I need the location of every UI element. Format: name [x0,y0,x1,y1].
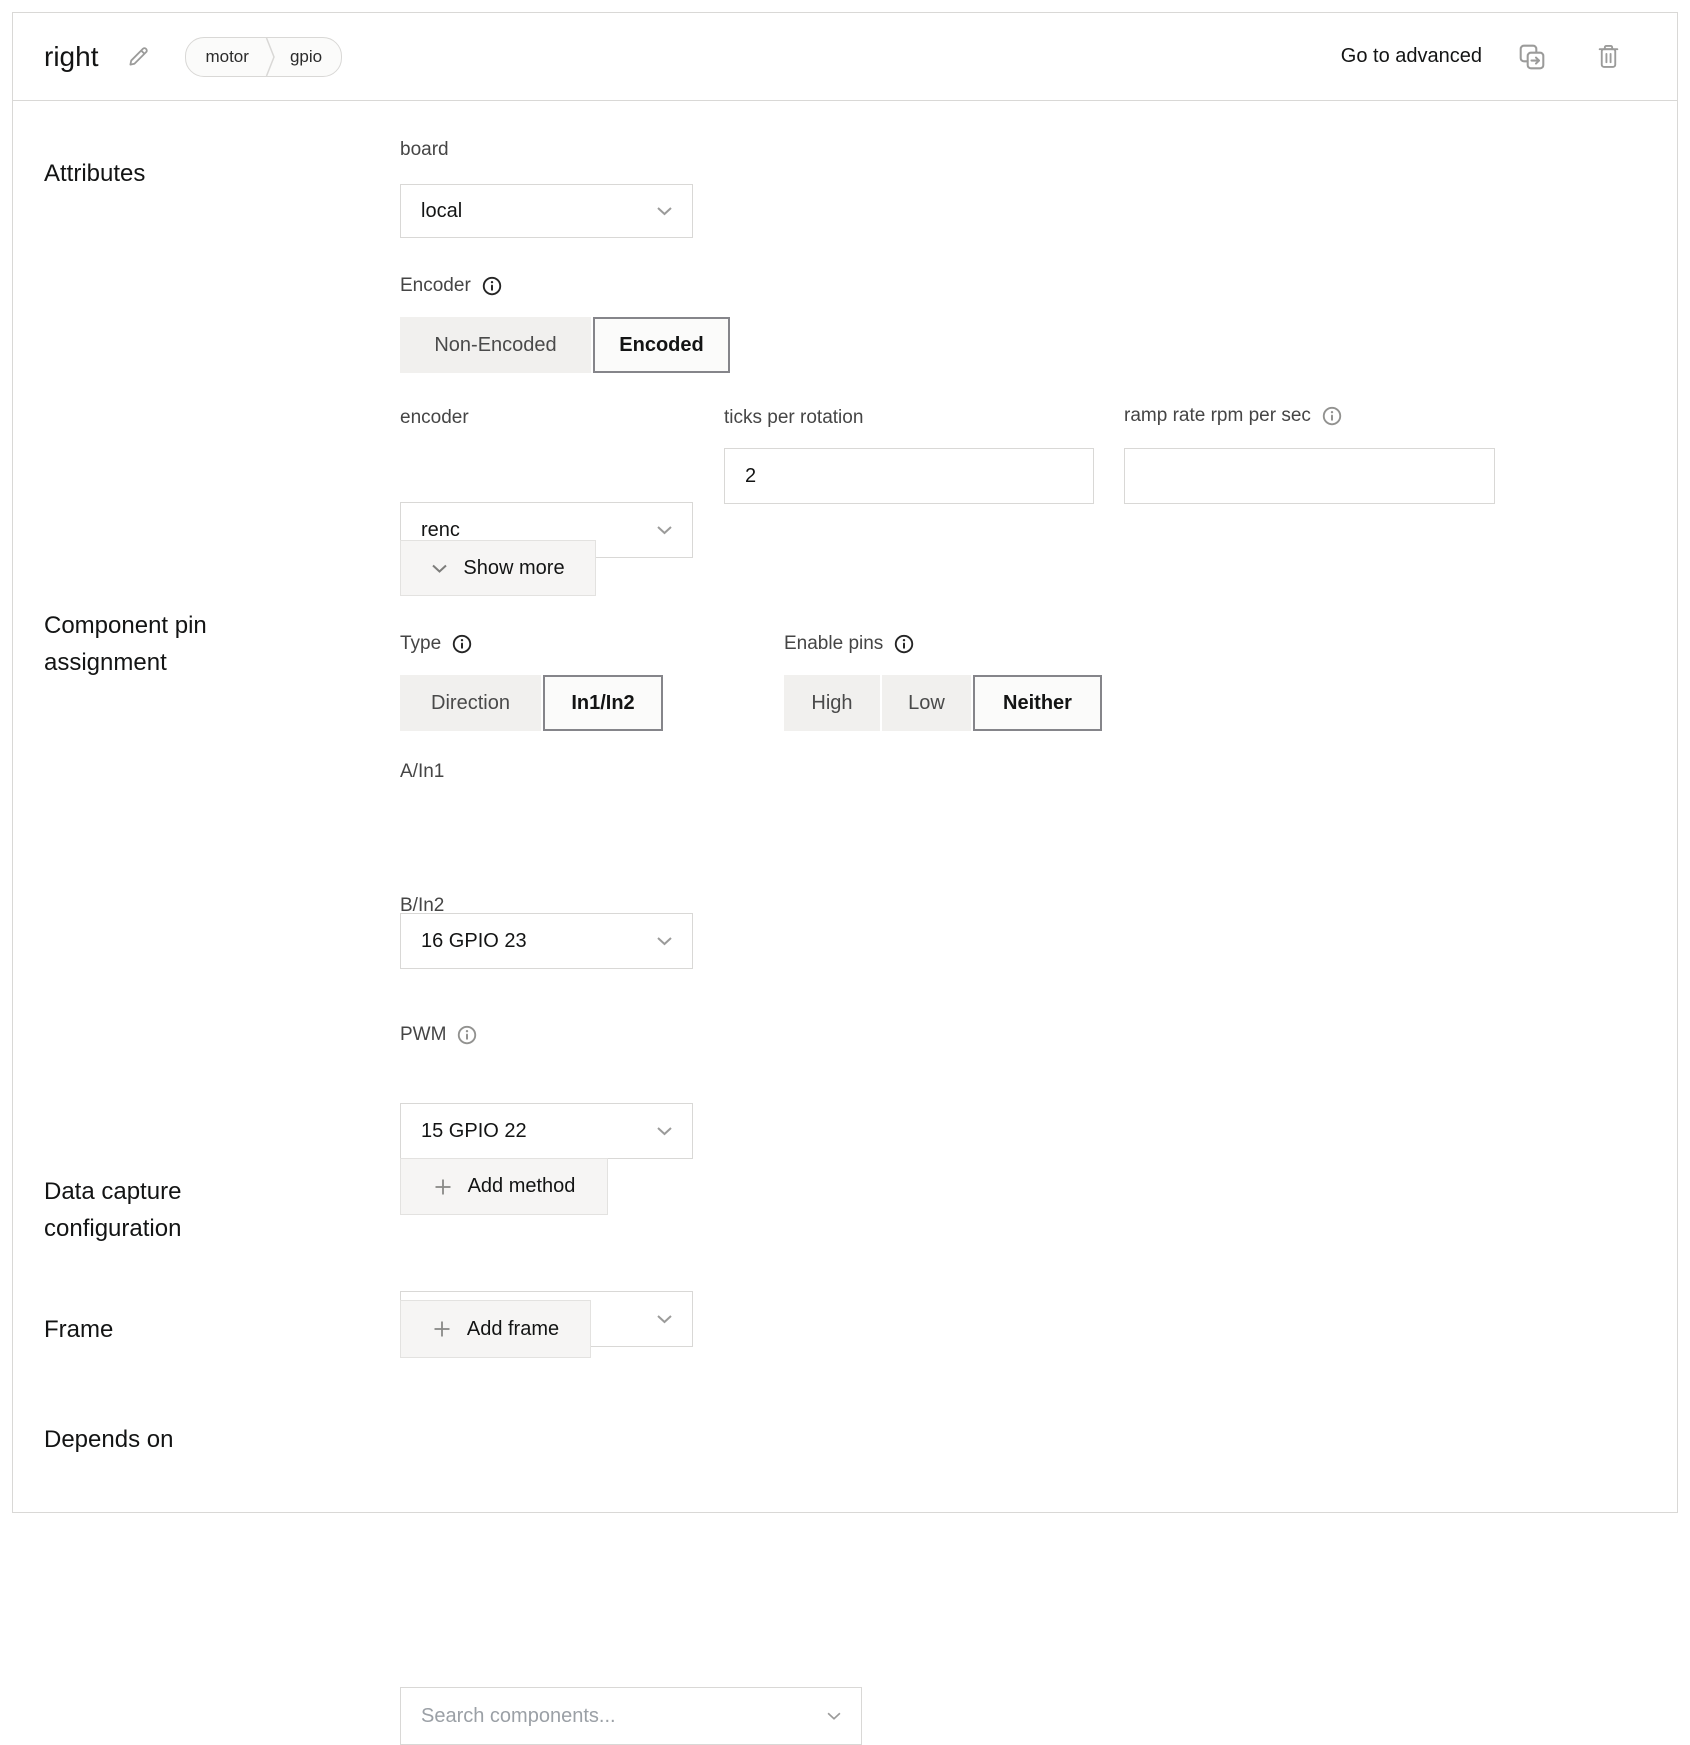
toggle-option-neither[interactable]: Neither [973,675,1102,731]
section-label-attributes: Attributes [44,155,324,192]
toggle-option-encoded[interactable]: Encoded [593,317,730,373]
b-in2-label: B/In2 [400,895,444,917]
show-more-label: Show more [463,557,564,580]
depends-on-placeholder: Search components... [421,1705,616,1728]
ramp-rate-input[interactable] [1124,448,1495,504]
b-in2-select-value: 15 GPIO 22 [421,1120,527,1143]
board-select-value: local [421,200,462,223]
a-in1-label: A/In1 [400,761,444,783]
add-method-button[interactable]: Add method [400,1158,608,1215]
toggle-option-non-encoded[interactable]: Non-Encoded [400,317,591,373]
duplicate-button[interactable] [1518,43,1546,71]
component-config-card: right motor gpio Go to advanced [12,12,1678,1513]
plus-icon [432,1319,452,1339]
toggle-option-direction[interactable]: Direction [400,675,541,731]
add-frame-button[interactable]: Add frame [400,1300,591,1358]
component-name: right [44,41,98,73]
pencil-icon [126,44,151,69]
ticks-per-rotation-field [724,448,1094,504]
enable-pins-toggle: High Low Neither [784,675,1102,731]
board-label: board [400,139,449,161]
show-more-button[interactable]: Show more [400,540,596,596]
section-label-depends-on: Depends on [44,1421,324,1458]
chevron-down-icon [656,1314,673,1325]
type-toggle: Direction In1/In2 [400,675,663,731]
board-select[interactable]: local [400,184,693,238]
enable-pins-label: Enable pins [784,633,914,655]
depends-on-select[interactable]: Search components... [400,1687,862,1745]
encoder-toggle-label: Encoder [400,275,502,297]
toggle-option-high[interactable]: High [784,675,880,731]
info-icon[interactable] [1322,406,1342,426]
chevron-down-icon [656,1126,673,1137]
info-icon[interactable] [894,634,914,654]
chevron-down-icon [431,563,448,574]
add-frame-label: Add frame [467,1318,559,1341]
section-label-frame: Frame [44,1311,324,1348]
chevron-down-icon [826,1711,842,1721]
add-method-label: Add method [468,1175,576,1198]
chevron-down-icon [656,525,673,536]
rename-button[interactable] [126,44,151,69]
header-actions: Go to advanced [1341,43,1621,71]
pwm-label: PWM [400,1024,477,1046]
chevron-down-icon [656,206,673,217]
plus-icon [433,1177,453,1197]
badge-type: motor [186,38,264,76]
page: { "header": { "title": "right", "badge":… [0,0,1690,1524]
badge-model: gpio [276,38,341,76]
badge-divider [265,38,276,76]
info-icon[interactable] [482,276,502,296]
toggle-option-in1in2[interactable]: In1/In2 [543,675,663,731]
ticks-per-rotation-input[interactable] [724,448,1094,504]
delete-button[interactable] [1596,43,1621,70]
section-label-data-capture: Data capture configuration [44,1173,324,1247]
a-in1-select[interactable]: 16 GPIO 23 [400,913,693,969]
a-in1-select-value: 16 GPIO 23 [421,930,527,953]
encoder-label: encoder [400,407,469,429]
encoder-toggle: Non-Encoded Encoded [400,317,730,373]
card-header: right motor gpio Go to advanced [13,13,1677,101]
go-to-advanced-link[interactable]: Go to advanced [1341,45,1482,68]
duplicate-icon [1518,43,1546,71]
info-icon[interactable] [457,1025,477,1045]
info-icon[interactable] [452,634,472,654]
trash-icon [1596,43,1621,70]
ramp-rate-field [1124,448,1495,504]
encoder-select-value: renc [421,519,460,542]
chevron-down-icon [656,936,673,947]
toggle-option-low[interactable]: Low [882,675,971,731]
component-type-badge: motor gpio [185,37,342,77]
b-in2-select[interactable]: 15 GPIO 22 [400,1103,693,1159]
ticks-per-rotation-label: ticks per rotation [724,407,863,429]
type-label: Type [400,633,472,655]
section-label-component-pin-assignment: Component pin assignment [44,607,324,681]
ramp-rate-label: ramp rate rpm per sec [1124,405,1342,427]
